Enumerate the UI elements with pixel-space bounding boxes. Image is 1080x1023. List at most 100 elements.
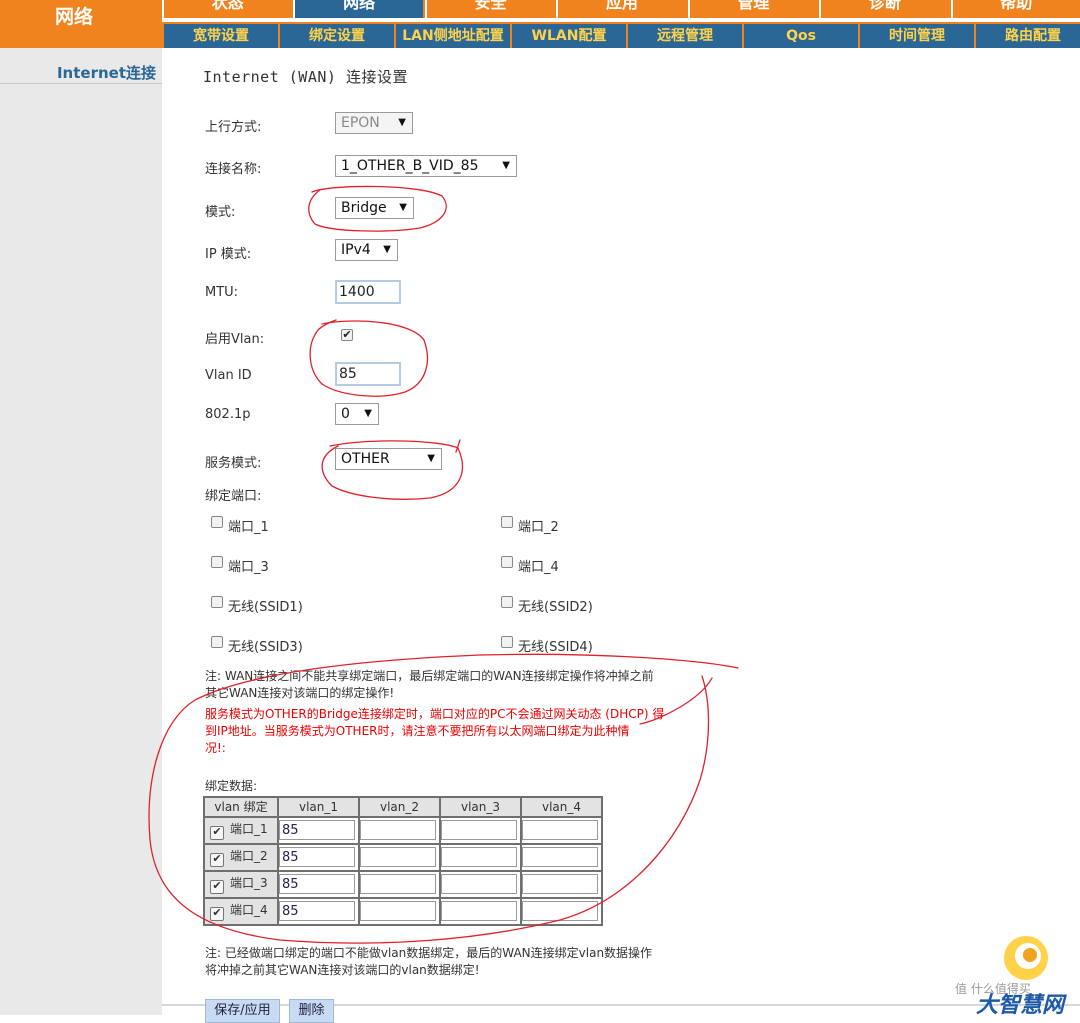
port-4-checkbox[interactable] bbox=[501, 556, 513, 568]
vlan-cell-input[interactable] bbox=[360, 901, 436, 922]
service-mode-select[interactable]: OTHER ▼ bbox=[335, 448, 442, 470]
row-label: ✔ 端口_1 bbox=[203, 815, 279, 845]
bind-ports-label: 绑定端口: bbox=[205, 489, 262, 504]
note-line: 注: 已经做端口绑定的端口不能做vlan数据绑定，最后的WAN连接绑定vlan数… bbox=[205, 946, 653, 960]
table-row: ✔ 端口_1 85 bbox=[203, 815, 603, 845]
page-title: Internet (WAN) 连接设置 bbox=[203, 68, 408, 86]
tab-routing[interactable]: 路由配置 bbox=[976, 24, 1080, 48]
vlan-cell-input[interactable] bbox=[441, 820, 517, 841]
vlan-cell-input[interactable]: 85 bbox=[279, 847, 355, 868]
ssid1-label: 无线(SSID1) bbox=[228, 600, 303, 615]
save-apply-button[interactable]: 保存/应用 bbox=[205, 999, 280, 1023]
conn-name-value: 1_OTHER_B_VID_85 bbox=[341, 158, 479, 174]
note-line: 注: WAN连接之间不能共享绑定端口，最后绑定端口的WAN连接绑定操作将冲掉之前 bbox=[205, 669, 654, 683]
main-menu: 状态 网络 安全 应用 管理 诊断 帮助 bbox=[162, 0, 1080, 20]
vlan-cell-input[interactable]: 85 bbox=[279, 901, 355, 922]
mode-select[interactable]: Bridge ▼ bbox=[335, 197, 414, 219]
menu-management[interactable]: 管理 bbox=[687, 0, 818, 20]
tab-binding[interactable]: 绑定设置 bbox=[280, 24, 394, 48]
port-1-checkbox[interactable] bbox=[211, 516, 223, 528]
ssid1-checkbox[interactable] bbox=[211, 596, 223, 608]
vlan-cell-input[interactable] bbox=[441, 874, 517, 895]
port-2-label: 端口_2 bbox=[518, 520, 559, 535]
uplink-value: EPON bbox=[341, 115, 380, 131]
menu-network[interactable]: 网络 bbox=[293, 0, 423, 20]
port-3-checkbox[interactable] bbox=[211, 556, 223, 568]
logo-swirl-core bbox=[1023, 948, 1037, 962]
tab-qos[interactable]: Qos bbox=[744, 24, 858, 48]
ip-mode-label: IP 模式: bbox=[205, 247, 252, 262]
row-port: 端口_1 bbox=[230, 822, 268, 837]
vlan-enable-label: 启用Vlan: bbox=[205, 332, 265, 347]
vlan-cell-input[interactable] bbox=[441, 847, 517, 868]
warning-line: 况!: bbox=[205, 741, 226, 755]
port-2-checkbox[interactable] bbox=[501, 516, 513, 528]
tab-time[interactable]: 时间管理 bbox=[860, 24, 974, 48]
vlan-cell-input[interactable] bbox=[522, 901, 598, 922]
vlan-id-input[interactable]: 85 bbox=[335, 362, 401, 386]
chevron-down-icon: ▼ bbox=[427, 453, 435, 464]
tab-remote[interactable]: 远程管理 bbox=[628, 24, 742, 48]
col-header: vlan_2 bbox=[358, 796, 441, 818]
delete-button[interactable]: 删除 bbox=[289, 999, 334, 1023]
sidebar: Internet连接 bbox=[0, 48, 162, 1015]
vlan-cell-input[interactable]: 85 bbox=[279, 820, 355, 841]
vlan-cell-input[interactable] bbox=[360, 874, 436, 895]
menu-security[interactable]: 安全 bbox=[424, 0, 555, 20]
ssid4-checkbox[interactable] bbox=[501, 636, 513, 648]
mode-value: Bridge bbox=[341, 200, 387, 216]
menu-diagnosis[interactable]: 诊断 bbox=[819, 0, 949, 20]
uplink-select[interactable]: EPON ▼ bbox=[335, 112, 413, 134]
row-checkbox[interactable]: ✔ bbox=[210, 853, 224, 868]
row-checkbox[interactable]: ✔ bbox=[210, 880, 224, 895]
col-header: vlan_4 bbox=[520, 796, 603, 818]
vlan-cell-input[interactable] bbox=[522, 874, 598, 895]
8021p-select[interactable]: 0 ▼ bbox=[335, 403, 379, 425]
row-port: 端口_3 bbox=[230, 876, 268, 891]
note-vlan-binding: 注: 已经做端口绑定的端口不能做vlan数据绑定，最后的WAN连接绑定vlan数… bbox=[205, 945, 652, 979]
vlan-bind-table: vlan 绑定 vlan_1 vlan_2 vlan_3 vlan_4 ✔ 端口_… bbox=[203, 796, 603, 927]
vlan-cell-input[interactable]: 85 bbox=[279, 874, 355, 895]
tab-lan-address[interactable]: LAN侧地址配置 bbox=[396, 24, 510, 48]
sub-menu: 宽带设置 绑定设置 LAN侧地址配置 WLAN配置 远程管理 Qos 时间管理 … bbox=[162, 22, 1080, 48]
note-port-binding: 注: WAN连接之间不能共享绑定端口，最后绑定端口的WAN连接绑定操作将冲掉之前… bbox=[205, 668, 654, 702]
row-label: ✔ 端口_3 bbox=[203, 869, 279, 899]
conn-name-select[interactable]: 1_OTHER_B_VID_85 ▼ bbox=[335, 155, 517, 177]
vlan-enable-checkbox[interactable]: ✔ bbox=[341, 329, 353, 341]
row-checkbox[interactable]: ✔ bbox=[210, 826, 224, 841]
vlan-cell-input[interactable] bbox=[360, 847, 436, 868]
mtu-label: MTU: bbox=[205, 285, 239, 300]
warning-line: 服务模式为OTHER的Bridge连接绑定时，端口对应的PC不会通过网关动态 (… bbox=[205, 707, 665, 721]
chevron-down-icon: ▼ bbox=[399, 202, 407, 213]
ip-mode-value: IPv4 bbox=[341, 242, 371, 258]
ip-mode-select[interactable]: IPv4 ▼ bbox=[335, 239, 398, 261]
8021p-label: 802.1p bbox=[205, 407, 251, 422]
vlan-cell-input[interactable] bbox=[522, 847, 598, 868]
ssid2-label: 无线(SSID2) bbox=[518, 600, 593, 615]
row-checkbox[interactable]: ✔ bbox=[210, 907, 224, 922]
note-line: 将冲掉之前其它WAN连接对该端口的vlan数据绑定! bbox=[205, 963, 480, 977]
row-label: ✔ 端口_4 bbox=[203, 896, 279, 927]
mtu-input[interactable]: 1400 bbox=[335, 280, 401, 304]
menu-application[interactable]: 应用 bbox=[556, 0, 686, 20]
menu-status[interactable]: 状态 bbox=[162, 0, 292, 20]
ssid3-checkbox[interactable] bbox=[211, 636, 223, 648]
tab-wlan[interactable]: WLAN配置 bbox=[512, 24, 626, 48]
vlan-cell-input[interactable] bbox=[522, 820, 598, 841]
table-header-row: vlan 绑定 vlan_1 vlan_2 vlan_3 vlan_4 bbox=[203, 796, 603, 818]
sidebar-item-internet[interactable]: Internet连接 bbox=[0, 62, 162, 84]
chevron-down-icon: ▼ bbox=[364, 408, 372, 419]
tab-broadband[interactable]: 宽带设置 bbox=[164, 24, 278, 48]
conn-name-label: 连接名称: bbox=[205, 162, 262, 177]
ssid4-label: 无线(SSID4) bbox=[518, 640, 593, 655]
vlan-cell-input[interactable] bbox=[441, 901, 517, 922]
note-line: 其它WAN连接对该端口的绑定操作! bbox=[205, 686, 395, 700]
row-label: ✔ 端口_2 bbox=[203, 842, 279, 872]
chevron-down-icon: ▼ bbox=[398, 117, 406, 128]
warning-other-bridge: 服务模式为OTHER的Bridge连接绑定时，端口对应的PC不会通过网关动态 (… bbox=[205, 706, 664, 757]
vlan-cell-input[interactable] bbox=[360, 820, 436, 841]
menu-help[interactable]: 帮助 bbox=[950, 0, 1080, 20]
ssid3-label: 无线(SSID3) bbox=[228, 640, 303, 655]
ssid2-checkbox[interactable] bbox=[501, 596, 513, 608]
row-port: 端口_2 bbox=[230, 849, 268, 864]
